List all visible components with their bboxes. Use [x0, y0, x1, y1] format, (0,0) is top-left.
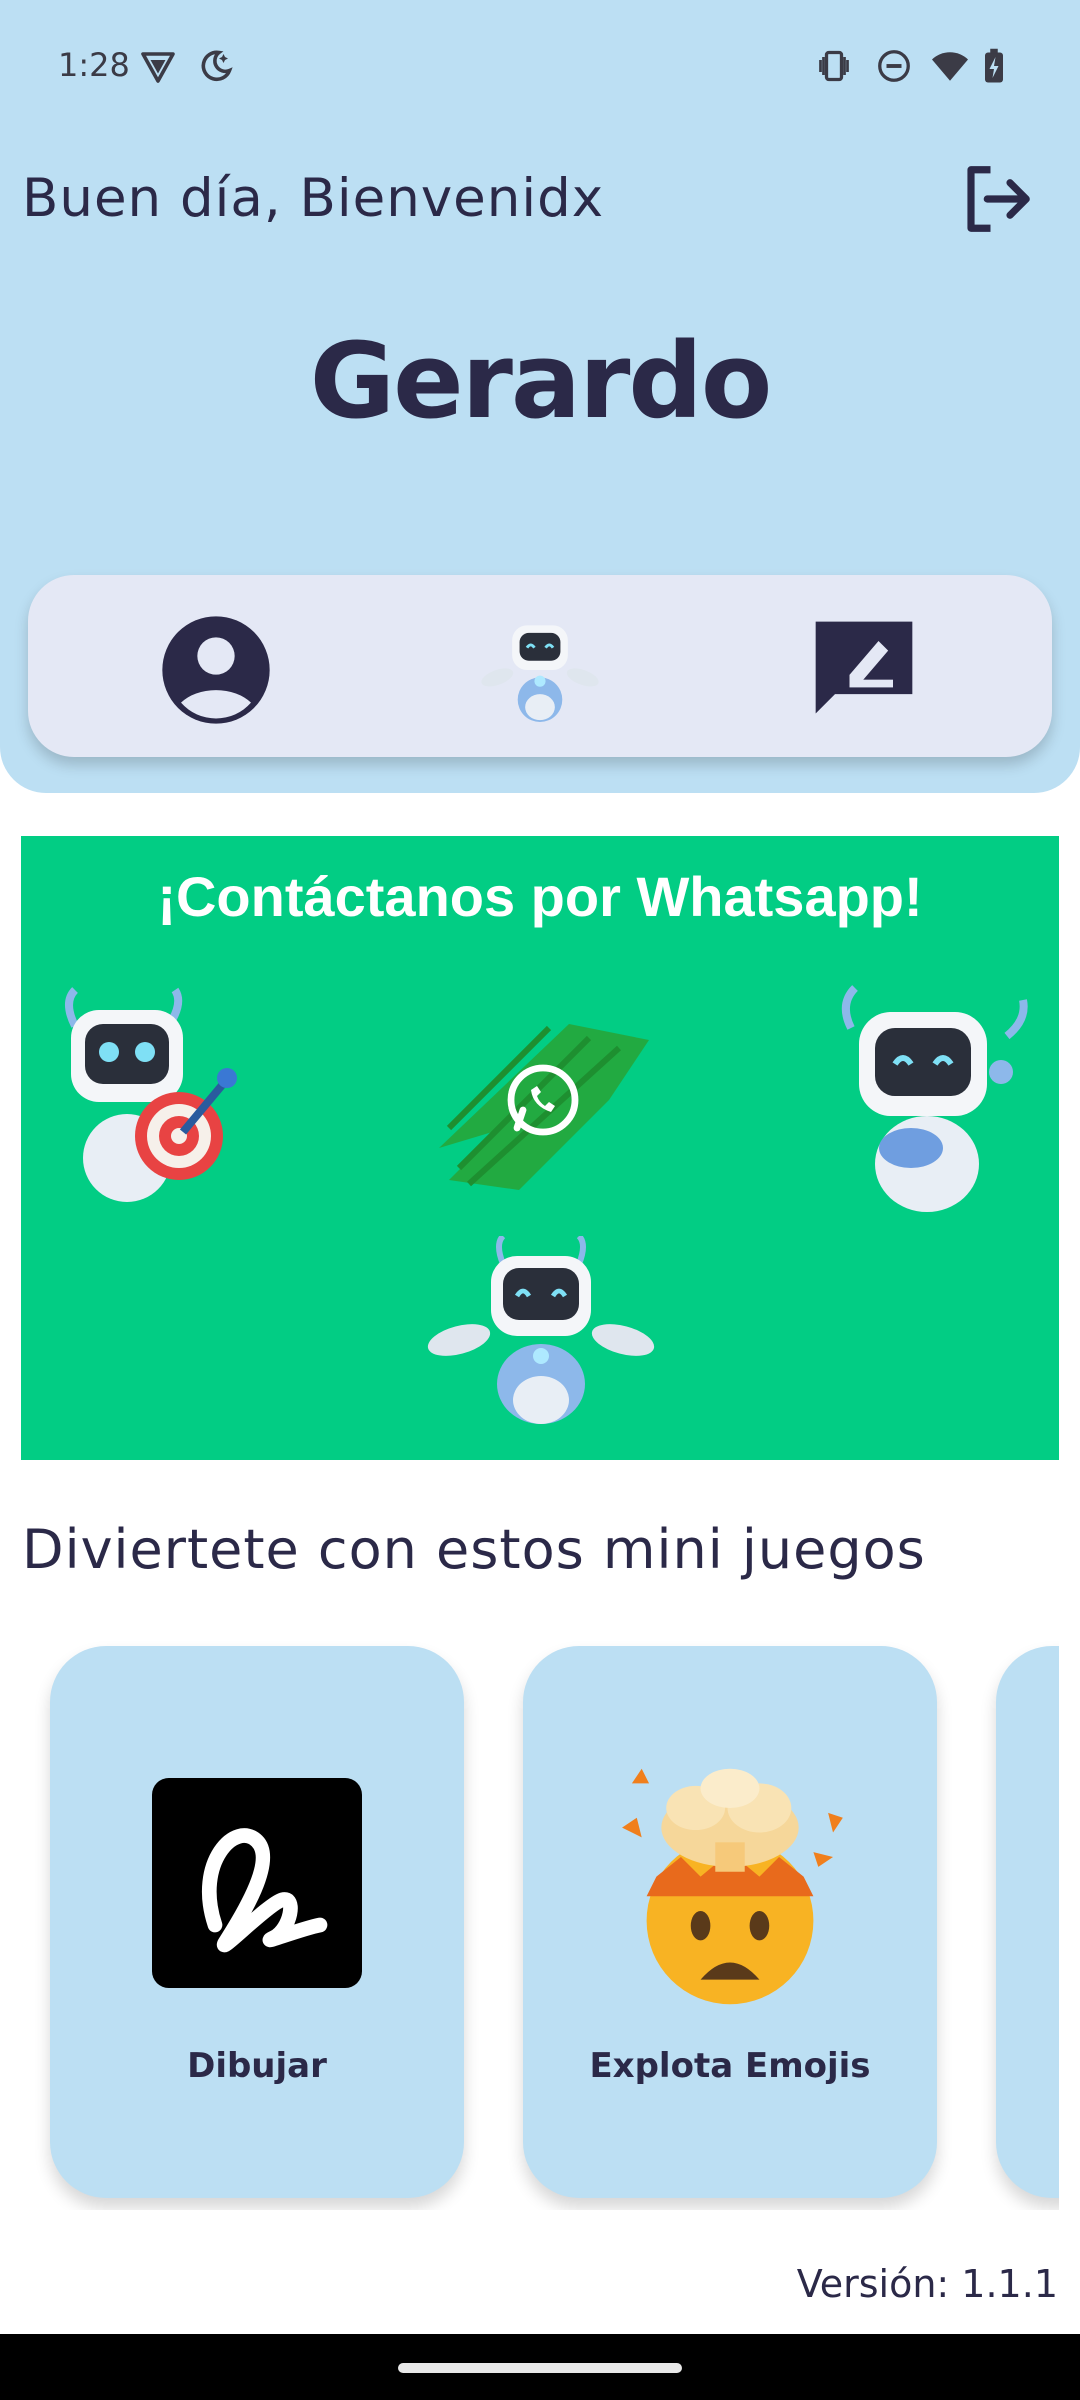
quick-nav-card [28, 575, 1052, 757]
exploding-head-emoji-icon [622, 1768, 843, 2005]
status-time: 1:28 [58, 46, 130, 84]
game-label-exploding-emojis: Explota Emojis [589, 2046, 871, 2086]
battery-charging-icon [985, 48, 1003, 83]
profile-button[interactable] [151, 605, 281, 735]
logout-icon [967, 166, 1030, 232]
robot-gamer-illustration [841, 985, 1028, 1212]
game-card-draw[interactable]: Dibujar [50, 1646, 464, 2198]
mini-games-carousel[interactable]: Dibujar Explota Emojis [0, 1640, 1059, 2210]
home-gesture-handle[interactable] [398, 2363, 682, 2373]
profile-icon [162, 616, 270, 724]
logout-button[interactable] [958, 160, 1036, 238]
vpn-shield-icon [141, 52, 175, 83]
robot-waving-illustration [427, 1236, 655, 1424]
robot-assistant-button[interactable] [475, 605, 605, 735]
whatsapp-icon [439, 1024, 649, 1190]
night-moon-icon [201, 50, 233, 82]
do-not-disturb-icon [878, 50, 910, 82]
app-version: Versión: 1.1.1 [796, 2262, 1058, 2306]
game-card-next[interactable] [996, 1646, 1059, 2198]
feedback-edit-icon [815, 621, 913, 714]
mini-games-section-title: Diviertete con estos mini juegos [22, 1518, 926, 1581]
status-bar: 1:28 [0, 0, 1080, 130]
whatsapp-contact-banner[interactable]: ¡Contáctanos por Whatsapp! [21, 836, 1059, 1460]
user-name: Gerardo [309, 320, 773, 442]
greeting-text: Buen día, Bienvenidx [22, 168, 605, 229]
game-label-draw: Dibujar [187, 2046, 327, 2086]
robot-mascot-icon [481, 625, 599, 722]
banner-title: ¡Contáctanos por Whatsapp! [157, 865, 923, 928]
robot-dartboard-illustration [65, 987, 237, 1202]
header-panel: 1:28 Buen día, Bienvenidx Gerardo [0, 0, 1080, 793]
wifi-icon [932, 52, 968, 81]
feedback-button[interactable] [799, 605, 929, 735]
vibrate-icon [819, 50, 849, 82]
draw-squiggle-icon [152, 1778, 362, 1988]
game-card-exploding-emojis[interactable]: Explota Emojis [523, 1646, 937, 2198]
